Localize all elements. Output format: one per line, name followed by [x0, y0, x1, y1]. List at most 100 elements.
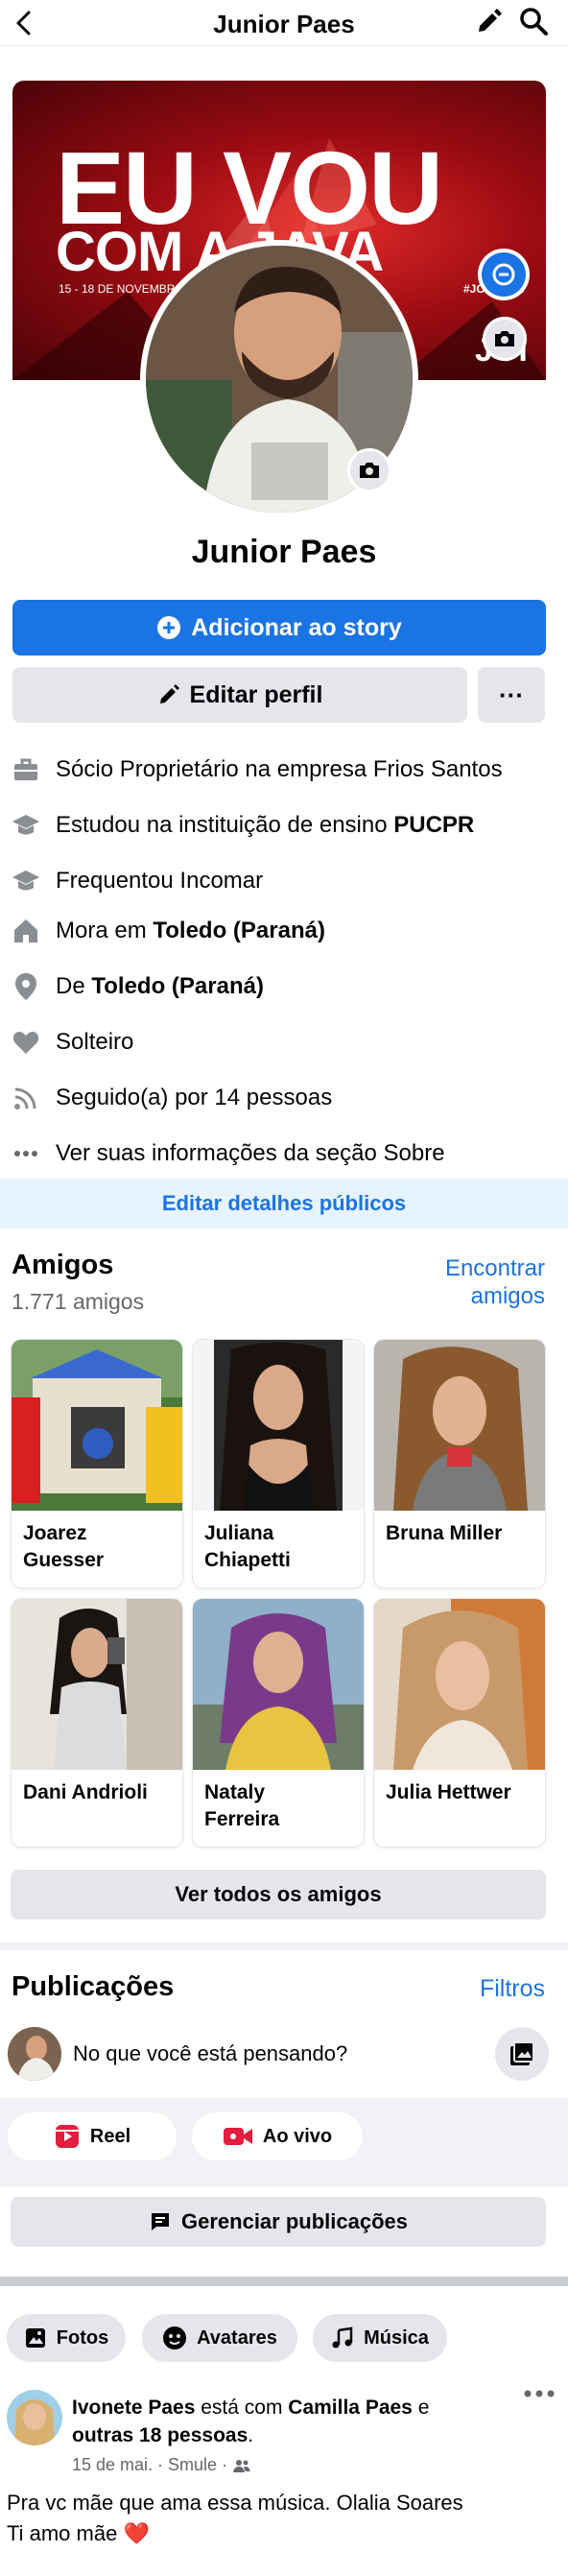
edit-profile-button[interactable]: Editar perfil — [12, 667, 467, 723]
tab-avatars[interactable]: Avatares — [142, 2314, 297, 2362]
edit-profile-label: Editar perfil — [189, 680, 323, 708]
cover-date: 15 - 18 DE NOVEMBRO — [59, 282, 184, 296]
add-to-story-label: Adicionar ao story — [191, 613, 402, 641]
find-friends-line1: Encontrar — [444, 1255, 545, 1281]
friend-photo — [193, 1599, 364, 1770]
friends-audience-icon — [233, 2459, 251, 2472]
search-icon[interactable] — [518, 6, 549, 36]
briefcase-icon — [12, 755, 40, 784]
reel-icon — [55, 2125, 79, 2148]
post-text: Pra vc mãe que ama essa música. Olalia S… — [7, 2488, 463, 2549]
info-relationship: Solteiro — [12, 1023, 558, 1061]
tab-photos[interactable]: Fotos — [7, 2314, 126, 2362]
post-meta: 15 de mai. · Smule · — [72, 2455, 251, 2475]
add-to-story-button[interactable]: Adicionar ao story — [12, 600, 546, 656]
friend-photo — [374, 1340, 545, 1511]
friend-photo — [12, 1340, 182, 1511]
friend-name-line2: Guesser — [23, 1549, 105, 1571]
cover-camera-button[interactable] — [483, 317, 527, 361]
info-lives-place[interactable]: Toledo (Paraná) — [153, 918, 325, 944]
story-icon — [482, 252, 526, 297]
friend-photo — [374, 1599, 545, 1770]
friend-name-line1: Dani Andrioli — [23, 1781, 148, 1803]
info-study-prefix: Estudou na instituição de ensino — [56, 812, 394, 838]
friend-name: Dani Andrioli — [12, 1770, 182, 1816]
info-see-about[interactable]: Ver suas informações da seção Sobre — [12, 1134, 558, 1173]
find-friends-link[interactable]: Encontrar amigos — [403, 1254, 545, 1310]
post-options-icon[interactable] — [522, 2388, 556, 2407]
post-text-line1: Pra vc mãe que ama essa música. Olalia S… — [7, 2491, 463, 2515]
camera-icon — [495, 331, 514, 346]
friend-card[interactable]: Joarez Guesser — [12, 1340, 182, 1587]
top-bar: Junior Paes — [0, 0, 568, 46]
location-pin-icon — [12, 972, 40, 1001]
friend-card[interactable]: Nataly Ferreira — [193, 1599, 364, 1847]
friends-count: 1.771 amigos — [12, 1289, 145, 1314]
post-header-text: Ivonete Paes está com Camilla Paes e out… — [72, 2394, 494, 2449]
post-author-avatar[interactable] — [7, 2390, 62, 2445]
story-button[interactable] — [478, 249, 530, 300]
info-from: De Toledo (Paraná) — [12, 967, 558, 1006]
message-list-icon — [152, 2213, 169, 2230]
edit-public-details-button[interactable]: Editar detalhes públicos — [0, 1179, 568, 1228]
pencil-icon — [159, 684, 179, 704]
music-note-icon — [332, 2326, 353, 2349]
friend-name: Bruna Miller — [374, 1511, 545, 1557]
info-work-prefix: Sócio Proprietário na empresa — [56, 756, 373, 782]
tab-avatars-label: Avatares — [197, 2326, 277, 2349]
info-followers-text: Seguido(a) por 14 pessoas — [56, 1085, 333, 1110]
friend-name-line2: Ferreira — [204, 1808, 280, 1830]
more-icon: ··· — [499, 680, 524, 709]
tab-music[interactable]: Música — [313, 2314, 447, 2362]
friend-name-line2: Chiapetti — [204, 1549, 291, 1571]
info-followers[interactable]: Seguido(a) por 14 pessoas — [12, 1079, 558, 1117]
info-relationship-text: Solteiro — [56, 1029, 134, 1055]
see-all-friends-button[interactable]: Ver todos os amigos — [11, 1870, 546, 1920]
graduation-cap-icon — [12, 867, 40, 895]
profile-name: Junior Paes — [191, 534, 377, 570]
manage-posts-button[interactable]: Gerenciar publicações — [11, 2197, 546, 2247]
photo-icon — [25, 2328, 45, 2348]
post-meta-text: 15 de mai. · Smule · — [72, 2455, 228, 2474]
friend-name-line1: Joarez — [23, 1522, 87, 1544]
info-frequented-text: Frequentou Incomar — [56, 868, 264, 894]
friend-name-line1: Juliana — [204, 1522, 274, 1544]
post-author-name[interactable]: Ivonete Paes — [72, 2397, 195, 2419]
friend-card[interactable]: Juliana Chiapetti — [193, 1340, 364, 1587]
info-from-place[interactable]: Toledo (Paraná) — [91, 973, 264, 1000]
live-video-icon — [223, 2128, 252, 2145]
tab-music-label: Música — [364, 2326, 429, 2349]
post-text-line2: Ti amo mãe ❤️ — [7, 2521, 150, 2545]
photo-upload-button[interactable] — [495, 2027, 549, 2081]
post-others[interactable]: outras 18 pessoas — [72, 2424, 248, 2446]
post-and-text: e — [412, 2397, 430, 2419]
manage-posts-label: Gerenciar publicações — [181, 2209, 408, 2233]
find-friends-line2: amigos — [470, 1283, 545, 1309]
friend-photo — [12, 1599, 182, 1770]
heart-icon — [12, 1028, 40, 1057]
photo-icon — [510, 2041, 534, 2065]
info-from-prefix: De — [56, 973, 92, 999]
post-tagged-name[interactable]: Camilla Paes — [288, 2397, 413, 2419]
friend-card[interactable]: Dani Andrioli — [12, 1599, 182, 1847]
friend-card[interactable]: Julia Hettwer — [374, 1599, 545, 1847]
reel-button[interactable]: Reel — [8, 2112, 177, 2160]
info-lives-prefix: Mora em — [56, 918, 154, 943]
composer-placeholder[interactable]: No que você está pensando? — [73, 2041, 347, 2066]
camera-icon — [360, 463, 379, 478]
section-divider — [0, 2277, 568, 2286]
info-study: Estudou na instituição de ensino PUCPR — [12, 806, 558, 845]
friend-card[interactable]: Bruna Miller — [374, 1340, 545, 1587]
friend-name: Nataly Ferreira — [193, 1770, 364, 1843]
live-button[interactable]: Ao vivo — [192, 2112, 363, 2160]
ellipsis-icon — [12, 1139, 40, 1168]
info-work-place: Frios Santos — [372, 756, 503, 782]
avatar-camera-button[interactable] — [347, 448, 391, 492]
composer-avatar[interactable] — [8, 2027, 61, 2081]
edit-pencil-icon[interactable] — [474, 8, 503, 36]
filters-link[interactable]: Filtros — [422, 1975, 545, 2003]
more-options-button[interactable]: ··· — [478, 667, 545, 723]
plus-circle-icon — [157, 616, 181, 639]
post-with-text: está com — [195, 2397, 289, 2419]
info-study-place[interactable]: PUCPR — [393, 812, 474, 839]
